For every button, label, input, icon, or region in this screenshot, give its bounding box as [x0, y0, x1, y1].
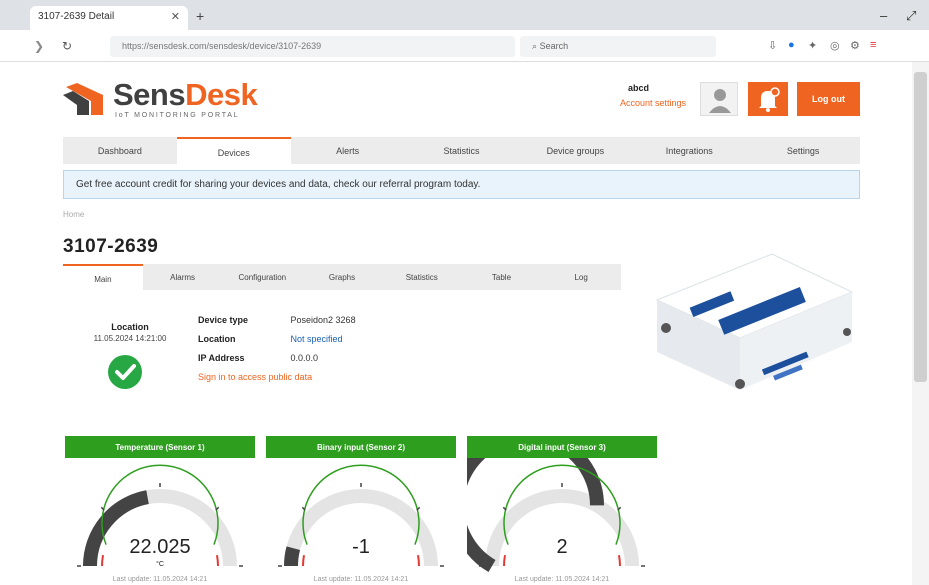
device-info: Device type Poseidon2 3268 Location Not …: [198, 315, 356, 391]
close-tab-icon[interactable]: ✕: [171, 10, 180, 23]
restore-icon[interactable]: ⤢: [906, 8, 916, 24]
nav-item-settings[interactable]: Settings: [746, 137, 860, 164]
avatar[interactable]: [700, 82, 738, 116]
menu-icon[interactable]: ≡: [870, 39, 876, 51]
gauge-footer: Last update: 11.05.2024 14:21: [112, 576, 208, 583]
user-icon: [709, 89, 731, 113]
search-icon: ⌕: [532, 41, 538, 51]
tab-main[interactable]: Main: [63, 264, 143, 290]
gauge-value: 22.025: [129, 536, 191, 558]
tab-configuration[interactable]: Configuration: [222, 264, 302, 290]
settings-icon[interactable]: ⚙: [850, 39, 860, 52]
gauge-value: 2: [556, 536, 568, 558]
nav-item-devices[interactable]: Devices: [176, 137, 291, 164]
logo-icon: [63, 83, 103, 115]
info-row: Sign in to access public data: [198, 372, 356, 391]
info-key: IP Address: [198, 353, 245, 363]
warning-link[interactable]: Sign in to access public data: [198, 372, 312, 382]
info-key: Location: [198, 334, 236, 344]
minimize-icon[interactable]: –: [880, 8, 887, 23]
back-icon[interactable]: ❯: [34, 39, 44, 53]
gauge-binary: Binary input (Sensor 2) -1 Last update: …: [266, 436, 456, 585]
gauge-value: -1: [352, 536, 370, 558]
account-settings-link[interactable]: Account settings: [620, 98, 686, 108]
page-title: 3107-2639: [63, 236, 159, 257]
info-value: Poseidon2 3268: [290, 315, 356, 325]
browser-search-input[interactable]: ⌕ Search: [520, 36, 716, 57]
tab-table[interactable]: Table: [462, 264, 542, 290]
breadcrumb[interactable]: Home: [63, 210, 84, 219]
gauge-dial: [467, 458, 645, 573]
nav-item-dashboard[interactable]: Dashboard: [63, 137, 177, 164]
nav-item-statistics[interactable]: Statistics: [405, 137, 519, 164]
browser-tab-bar: 3107-2639 Detail ✕ + – ⤢: [0, 0, 929, 30]
new-tab-icon[interactable]: +: [196, 8, 204, 24]
info-alert: Get free account credit for sharing your…: [63, 170, 860, 199]
bell-icon: [759, 87, 780, 112]
gauge-footer: Last update: 11.05.2024 14:21: [313, 576, 409, 583]
device-image: [655, 253, 854, 390]
tab-log[interactable]: Log: [541, 264, 621, 290]
notifications-button[interactable]: [748, 82, 788, 116]
tab-graphs[interactable]: Graphs: [302, 264, 382, 290]
gauge-unit: °C: [156, 561, 164, 568]
location-label: Location: [111, 322, 149, 332]
gauge-dial: [278, 464, 444, 567]
gauge-temperature: Temperature (Sensor 1) 22.025 °C Last up…: [65, 436, 255, 585]
browser-toolbar: ❯ ↻ https://sensdesk.com/sensdesk/device…: [0, 30, 929, 62]
search-placeholder: Search: [539, 41, 569, 51]
nav-item-integrations[interactable]: Integrations: [632, 137, 746, 164]
status-ok-icon: [108, 355, 142, 389]
browser-tab[interactable]: 3107-2639 Detail ✕: [30, 6, 188, 30]
nav-item-alerts[interactable]: Alerts: [291, 137, 405, 164]
user-info: abcd Account settings: [620, 83, 686, 108]
location-block: Location 11.05.2024 14:21:00: [80, 322, 180, 343]
shield-icon[interactable]: ◎: [830, 39, 840, 52]
info-key: Device type: [198, 315, 249, 325]
gauge-title: Binary input (Sensor 2): [266, 436, 456, 458]
logo-tagline: IoT MONITORING PORTAL: [115, 112, 240, 119]
logout-button[interactable]: Log out: [797, 82, 860, 116]
address-bar[interactable]: https://sensdesk.com/sensdesk/device/310…: [110, 36, 515, 57]
reload-icon[interactable]: ↻: [62, 39, 72, 53]
user-name: abcd: [628, 83, 650, 93]
account-icon[interactable]: ●: [788, 39, 795, 51]
location-link[interactable]: Not specified: [291, 334, 343, 344]
device-tabs: Main Alarms Configuration Graphs Statistics T…: [63, 264, 621, 290]
gauge-title: Temperature (Sensor 1): [65, 436, 255, 458]
address-url: https://sensdesk.com/sensdesk/device/310…: [122, 41, 322, 51]
sensdesk-logo[interactable]: SensDesk IoT MONITORING PORTAL: [63, 77, 258, 124]
tab-statistics[interactable]: Statistics: [382, 264, 462, 290]
gauge-footer: Last update: 11.05.2024 14:21: [514, 576, 610, 583]
info-row: IP Address 0.0.0.0: [198, 353, 356, 372]
main-nav: Dashboard Devices Alerts Statistics Device g…: [63, 137, 860, 164]
info-value: 0.0.0.0: [290, 353, 319, 363]
location-time: 11.05.2024 14:21:00: [93, 334, 167, 343]
logo-text: SensDesk: [113, 77, 258, 112]
scrollbar-thumb[interactable]: [914, 72, 927, 382]
info-row: Device type Poseidon2 3268: [198, 315, 356, 334]
gauge-digital: Digital input (Sensor 3) 2 Last update: …: [467, 436, 657, 585]
extension-icon[interactable]: ✦: [808, 39, 817, 52]
nav-item-device-groups[interactable]: Device groups: [518, 137, 632, 164]
browser-tab-title: 3107-2639 Detail: [38, 11, 115, 22]
tab-alarms[interactable]: Alarms: [143, 264, 223, 290]
download-icon[interactable]: ⇩: [768, 39, 777, 52]
info-row: Location Not specified: [198, 334, 356, 353]
gauge-title: Digital input (Sensor 3): [467, 436, 657, 458]
